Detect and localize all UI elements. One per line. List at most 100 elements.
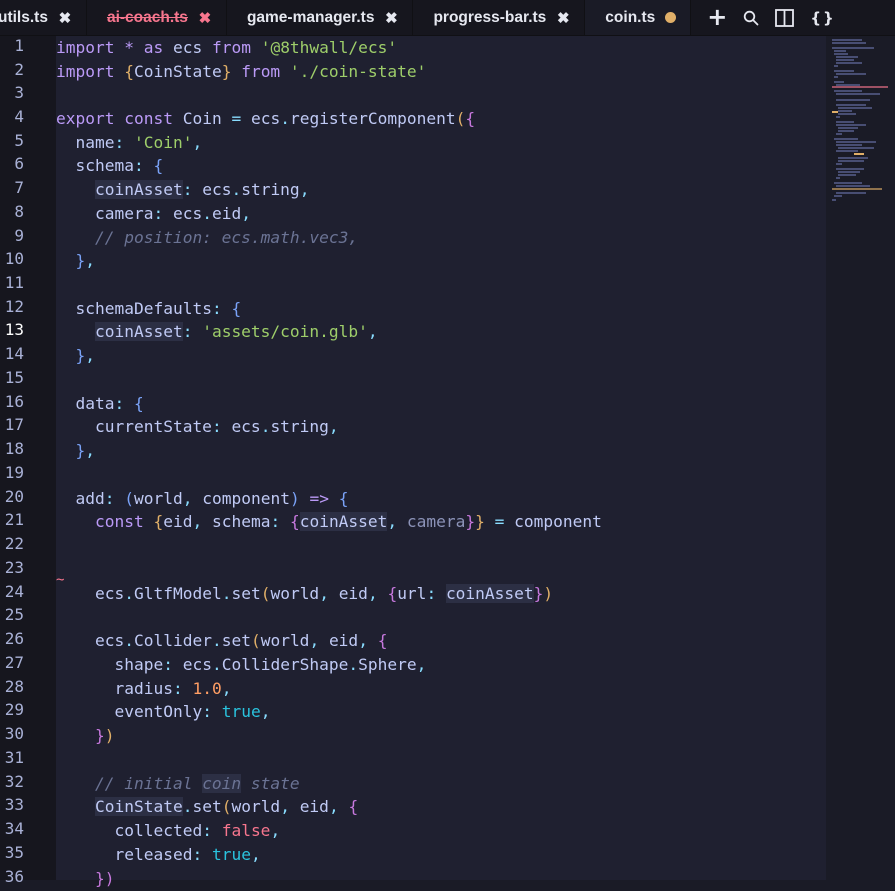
token: ( xyxy=(124,489,134,508)
token: eid xyxy=(299,797,329,816)
code-line: camera: ecs.eid, xyxy=(0,202,826,226)
tab-progress-bar[interactable]: progress-bar.ts ✖ xyxy=(413,0,586,35)
token: ecs xyxy=(94,584,125,603)
token: } xyxy=(75,251,86,270)
code-editor[interactable]: 1 2 3 4 5 6 7 8 9 10 11 12 13 14 15 16 1… xyxy=(0,36,895,888)
token: , xyxy=(367,322,378,341)
token: . xyxy=(221,584,232,603)
token: { xyxy=(377,631,388,650)
token: . xyxy=(124,584,134,603)
minimap-line xyxy=(832,39,862,41)
token: '@8thwall/ecs' xyxy=(250,38,398,57)
minimap-line xyxy=(836,73,866,75)
token: { xyxy=(114,62,134,81)
token: . xyxy=(348,655,359,674)
minimap[interactable] xyxy=(830,36,890,206)
code-comment: // initial xyxy=(94,774,203,793)
minimap-line xyxy=(834,65,838,67)
plus-icon[interactable]: + xyxy=(707,3,727,31)
minimap-line xyxy=(832,42,866,44)
token: eventOnly xyxy=(114,702,203,721)
editor-actions: + {} xyxy=(691,0,835,35)
minimap-error-mark xyxy=(832,86,888,88)
token: : xyxy=(153,204,173,223)
token: string xyxy=(241,180,300,199)
close-icon[interactable]: ✖ xyxy=(384,9,398,27)
tab-utils[interactable]: utils.ts ✖ xyxy=(0,0,87,35)
search-icon[interactable] xyxy=(743,10,759,26)
braces-icon[interactable]: {} xyxy=(810,9,835,27)
token: { xyxy=(348,797,359,816)
code-line: }, xyxy=(0,439,826,463)
minimap-line xyxy=(836,56,858,58)
tab-coin[interactable]: coin.ts xyxy=(585,0,692,35)
token: * xyxy=(114,38,144,57)
token: eid xyxy=(328,631,359,650)
token: . xyxy=(211,631,222,650)
minimap-line xyxy=(836,121,854,123)
line-number: 3 xyxy=(14,83,24,102)
token: } xyxy=(221,62,232,81)
token: ecs xyxy=(182,655,212,674)
code-line: ecs.Collider.set(world, eid, { xyxy=(0,629,826,653)
code-line: CoinState.set(world, eid, { xyxy=(0,795,826,819)
unsaved-changes-dot-icon[interactable] xyxy=(665,12,677,23)
token: ) xyxy=(104,726,115,745)
minimap-highlight-mark xyxy=(854,153,864,155)
code-line: }, xyxy=(0,249,826,273)
token: world xyxy=(134,489,183,508)
code-line: // position: ecs.math.vec3, xyxy=(0,226,826,250)
minimap-line xyxy=(832,199,836,201)
token: : xyxy=(211,299,232,318)
token: , xyxy=(241,204,251,223)
token: name xyxy=(75,133,115,152)
tab-ai-coach[interactable]: ai-coach.ts ✖ xyxy=(86,0,227,35)
tab-label: game-manager.ts xyxy=(246,8,375,26)
split-editor-icon[interactable] xyxy=(775,8,795,27)
line-number: 15 xyxy=(4,368,24,387)
minimap-line xyxy=(834,81,844,83)
code-line: eventOnly: true, xyxy=(0,700,826,724)
minimap-line xyxy=(836,163,842,165)
token: ) xyxy=(543,584,554,603)
token: { xyxy=(153,512,164,531)
token: set xyxy=(231,584,261,603)
minimap-line xyxy=(838,160,864,162)
token: ecs xyxy=(163,38,212,57)
token: collected xyxy=(114,821,203,840)
token: { xyxy=(465,109,476,128)
token: , xyxy=(182,489,203,508)
token: . xyxy=(280,109,290,128)
code-line: import {CoinState} from './coin-state' xyxy=(0,60,826,84)
token: { xyxy=(133,394,144,413)
token: ecs xyxy=(94,631,125,650)
token: : xyxy=(211,417,232,436)
minimap-line xyxy=(834,76,838,78)
token: shape xyxy=(114,655,164,674)
line-number: 11 xyxy=(4,273,24,292)
token: schemaDefaults xyxy=(75,299,212,318)
code-line: export const Coin = ecs.registerComponen… xyxy=(0,107,826,131)
line-number: 19 xyxy=(4,463,24,482)
code-comment: // position: ecs.math.vec3, xyxy=(94,228,359,247)
minimap-line xyxy=(838,147,874,149)
token: , xyxy=(358,631,378,650)
token: } xyxy=(533,584,544,603)
token: eid xyxy=(338,584,368,603)
minimap-line xyxy=(836,141,876,143)
token: } xyxy=(475,512,485,531)
minimap-line xyxy=(836,62,862,64)
token: const xyxy=(114,109,173,128)
tab-game-manager[interactable]: game-manager.ts ✖ xyxy=(226,0,414,35)
token: : xyxy=(114,394,134,413)
close-icon[interactable]: ✖ xyxy=(198,9,212,27)
code-line: schemaDefaults: { xyxy=(0,297,826,321)
token: currentState xyxy=(94,417,212,436)
token: released xyxy=(114,845,193,864)
token: , xyxy=(85,346,95,365)
token: eid xyxy=(163,512,193,531)
close-icon[interactable]: ✖ xyxy=(556,9,570,27)
close-icon[interactable]: ✖ xyxy=(58,9,72,27)
token: , xyxy=(319,584,339,603)
minimap-line xyxy=(834,90,862,92)
